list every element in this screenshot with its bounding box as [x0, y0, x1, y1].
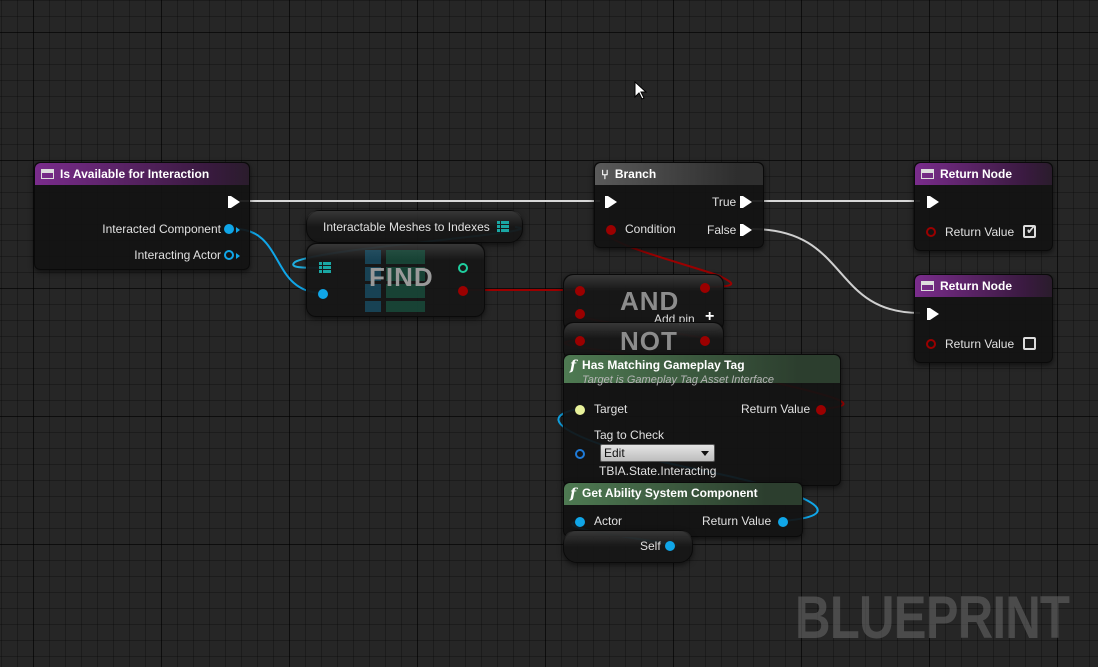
- return-node-icon: [921, 281, 934, 291]
- get-asc-header[interactable]: f Get Ability System Component: [564, 483, 802, 505]
- return-node-header[interactable]: Return Node: [915, 163, 1052, 185]
- return-node-title: Return Node: [940, 167, 1012, 181]
- has-matching-tag-subtitle: Target is Gameplay Tag Asset Interface: [582, 374, 775, 386]
- return-node-false[interactable]: Return Node Return Value: [914, 274, 1053, 363]
- entry-node[interactable]: Is Available for Interaction Interacted …: [34, 162, 250, 270]
- return-value-label: Return Value: [945, 225, 1015, 239]
- tag-to-check-label: Tag to Check: [594, 428, 665, 442]
- meshes-variable-label: Interactable Meshes to Indexes: [323, 220, 490, 234]
- not-input-pin[interactable]: [575, 336, 585, 346]
- and-input-a-pin[interactable]: [575, 286, 585, 296]
- exec-wire: [751, 228, 921, 314]
- return-value-pin[interactable]: [778, 517, 788, 527]
- branch-node[interactable]: ⑂ Branch True Condition False: [594, 162, 764, 248]
- branch-icon: ⑂: [601, 166, 609, 182]
- find-found-pin[interactable]: [458, 286, 468, 296]
- return-value-label: Return Value: [741, 402, 811, 416]
- target-pin[interactable]: [575, 405, 585, 415]
- function-entry-icon: [41, 169, 54, 179]
- not-output-pin[interactable]: [700, 336, 710, 346]
- exec-in-pin[interactable]: [605, 196, 617, 208]
- return-value-pin[interactable]: [926, 227, 936, 237]
- chevron-down-icon: [701, 451, 709, 456]
- and-output-pin[interactable]: [700, 283, 710, 293]
- self-node[interactable]: Self: [563, 530, 693, 563]
- branch-node-title: Branch: [614, 167, 657, 181]
- has-matching-tag-header[interactable]: f Has Matching Gameplay Tag Target is Ga…: [564, 355, 840, 386]
- get-asc-node[interactable]: f Get Ability System Component Actor Ret…: [563, 482, 803, 537]
- function-icon: f: [570, 358, 577, 374]
- exec-out-pin[interactable]: [228, 196, 240, 208]
- return-value-pin[interactable]: [926, 339, 936, 349]
- blueprint-watermark: BLUEPRINT: [795, 584, 1070, 651]
- and-input-b-pin[interactable]: [575, 309, 585, 319]
- find-node[interactable]: FIND: [306, 243, 485, 317]
- find-index-pin[interactable]: [458, 263, 468, 273]
- entry-node-header[interactable]: Is Available for Interaction: [35, 163, 249, 185]
- self-pin[interactable]: [665, 541, 675, 551]
- interacting-actor-pin[interactable]: [224, 250, 234, 260]
- branch-true-pin[interactable]: [740, 196, 752, 208]
- target-label: Target: [594, 402, 628, 416]
- interacted-component-pin[interactable]: [224, 224, 234, 234]
- find-label: FIND: [369, 262, 434, 292]
- return-node-header[interactable]: Return Node: [915, 275, 1052, 297]
- mouse-cursor-icon: [634, 81, 648, 100]
- exec-in-pin[interactable]: [927, 196, 939, 208]
- array-in-pin[interactable]: [319, 262, 331, 274]
- return-node-icon: [921, 169, 934, 179]
- tag-edit-dropdown-value: Edit: [604, 446, 625, 460]
- tag-edit-dropdown[interactable]: Edit: [600, 444, 715, 462]
- pin-arrow-icon: [236, 227, 240, 233]
- exec-in-pin[interactable]: [927, 308, 939, 320]
- self-label: Self: [640, 539, 661, 553]
- actor-label: Actor: [594, 514, 623, 528]
- get-asc-title: Get Ability System Component: [582, 486, 758, 500]
- interacted-component-label: Interacted Component: [102, 222, 221, 236]
- actor-pin[interactable]: [575, 517, 585, 527]
- return-value-label: Return Value: [945, 337, 1015, 351]
- meshes-variable-node[interactable]: Interactable Meshes to Indexes: [306, 210, 523, 243]
- return-node-title: Return Node: [940, 279, 1012, 293]
- branch-false-label: False: [707, 223, 737, 237]
- has-matching-tag-title: Has Matching Gameplay Tag: [582, 358, 745, 372]
- branch-false-pin[interactable]: [740, 224, 752, 236]
- branch-true-label: True: [712, 195, 737, 209]
- not-label: NOT: [620, 326, 678, 356]
- return-value-label: Return Value: [702, 514, 772, 528]
- return-value-pin[interactable]: [816, 405, 826, 415]
- entry-node-title: Is Available for Interaction: [60, 167, 210, 181]
- return-value-checkbox[interactable]: ✔: [1023, 223, 1037, 238]
- array-grid-icon[interactable]: [497, 221, 509, 233]
- interacting-actor-label: Interacting Actor: [134, 248, 221, 262]
- branch-node-header[interactable]: ⑂ Branch: [595, 163, 763, 185]
- pin-arrow-icon: [236, 253, 240, 259]
- tag-value-text: TBIA.State.Interacting: [599, 464, 717, 478]
- return-value-checkbox[interactable]: [1023, 337, 1036, 350]
- tag-to-check-pin[interactable]: [575, 449, 585, 459]
- branch-condition-label: Condition: [625, 222, 676, 236]
- function-icon: f: [570, 486, 577, 502]
- branch-condition-pin[interactable]: [606, 225, 616, 235]
- has-matching-tag-titles: Has Matching Gameplay Tag Target is Game…: [582, 358, 774, 386]
- find-item-pin[interactable]: [318, 289, 328, 299]
- check-icon: ✔: [1026, 223, 1037, 237]
- return-node-true[interactable]: Return Node Return Value ✔: [914, 162, 1053, 251]
- has-matching-tag-node[interactable]: f Has Matching Gameplay Tag Target is Ga…: [563, 354, 841, 486]
